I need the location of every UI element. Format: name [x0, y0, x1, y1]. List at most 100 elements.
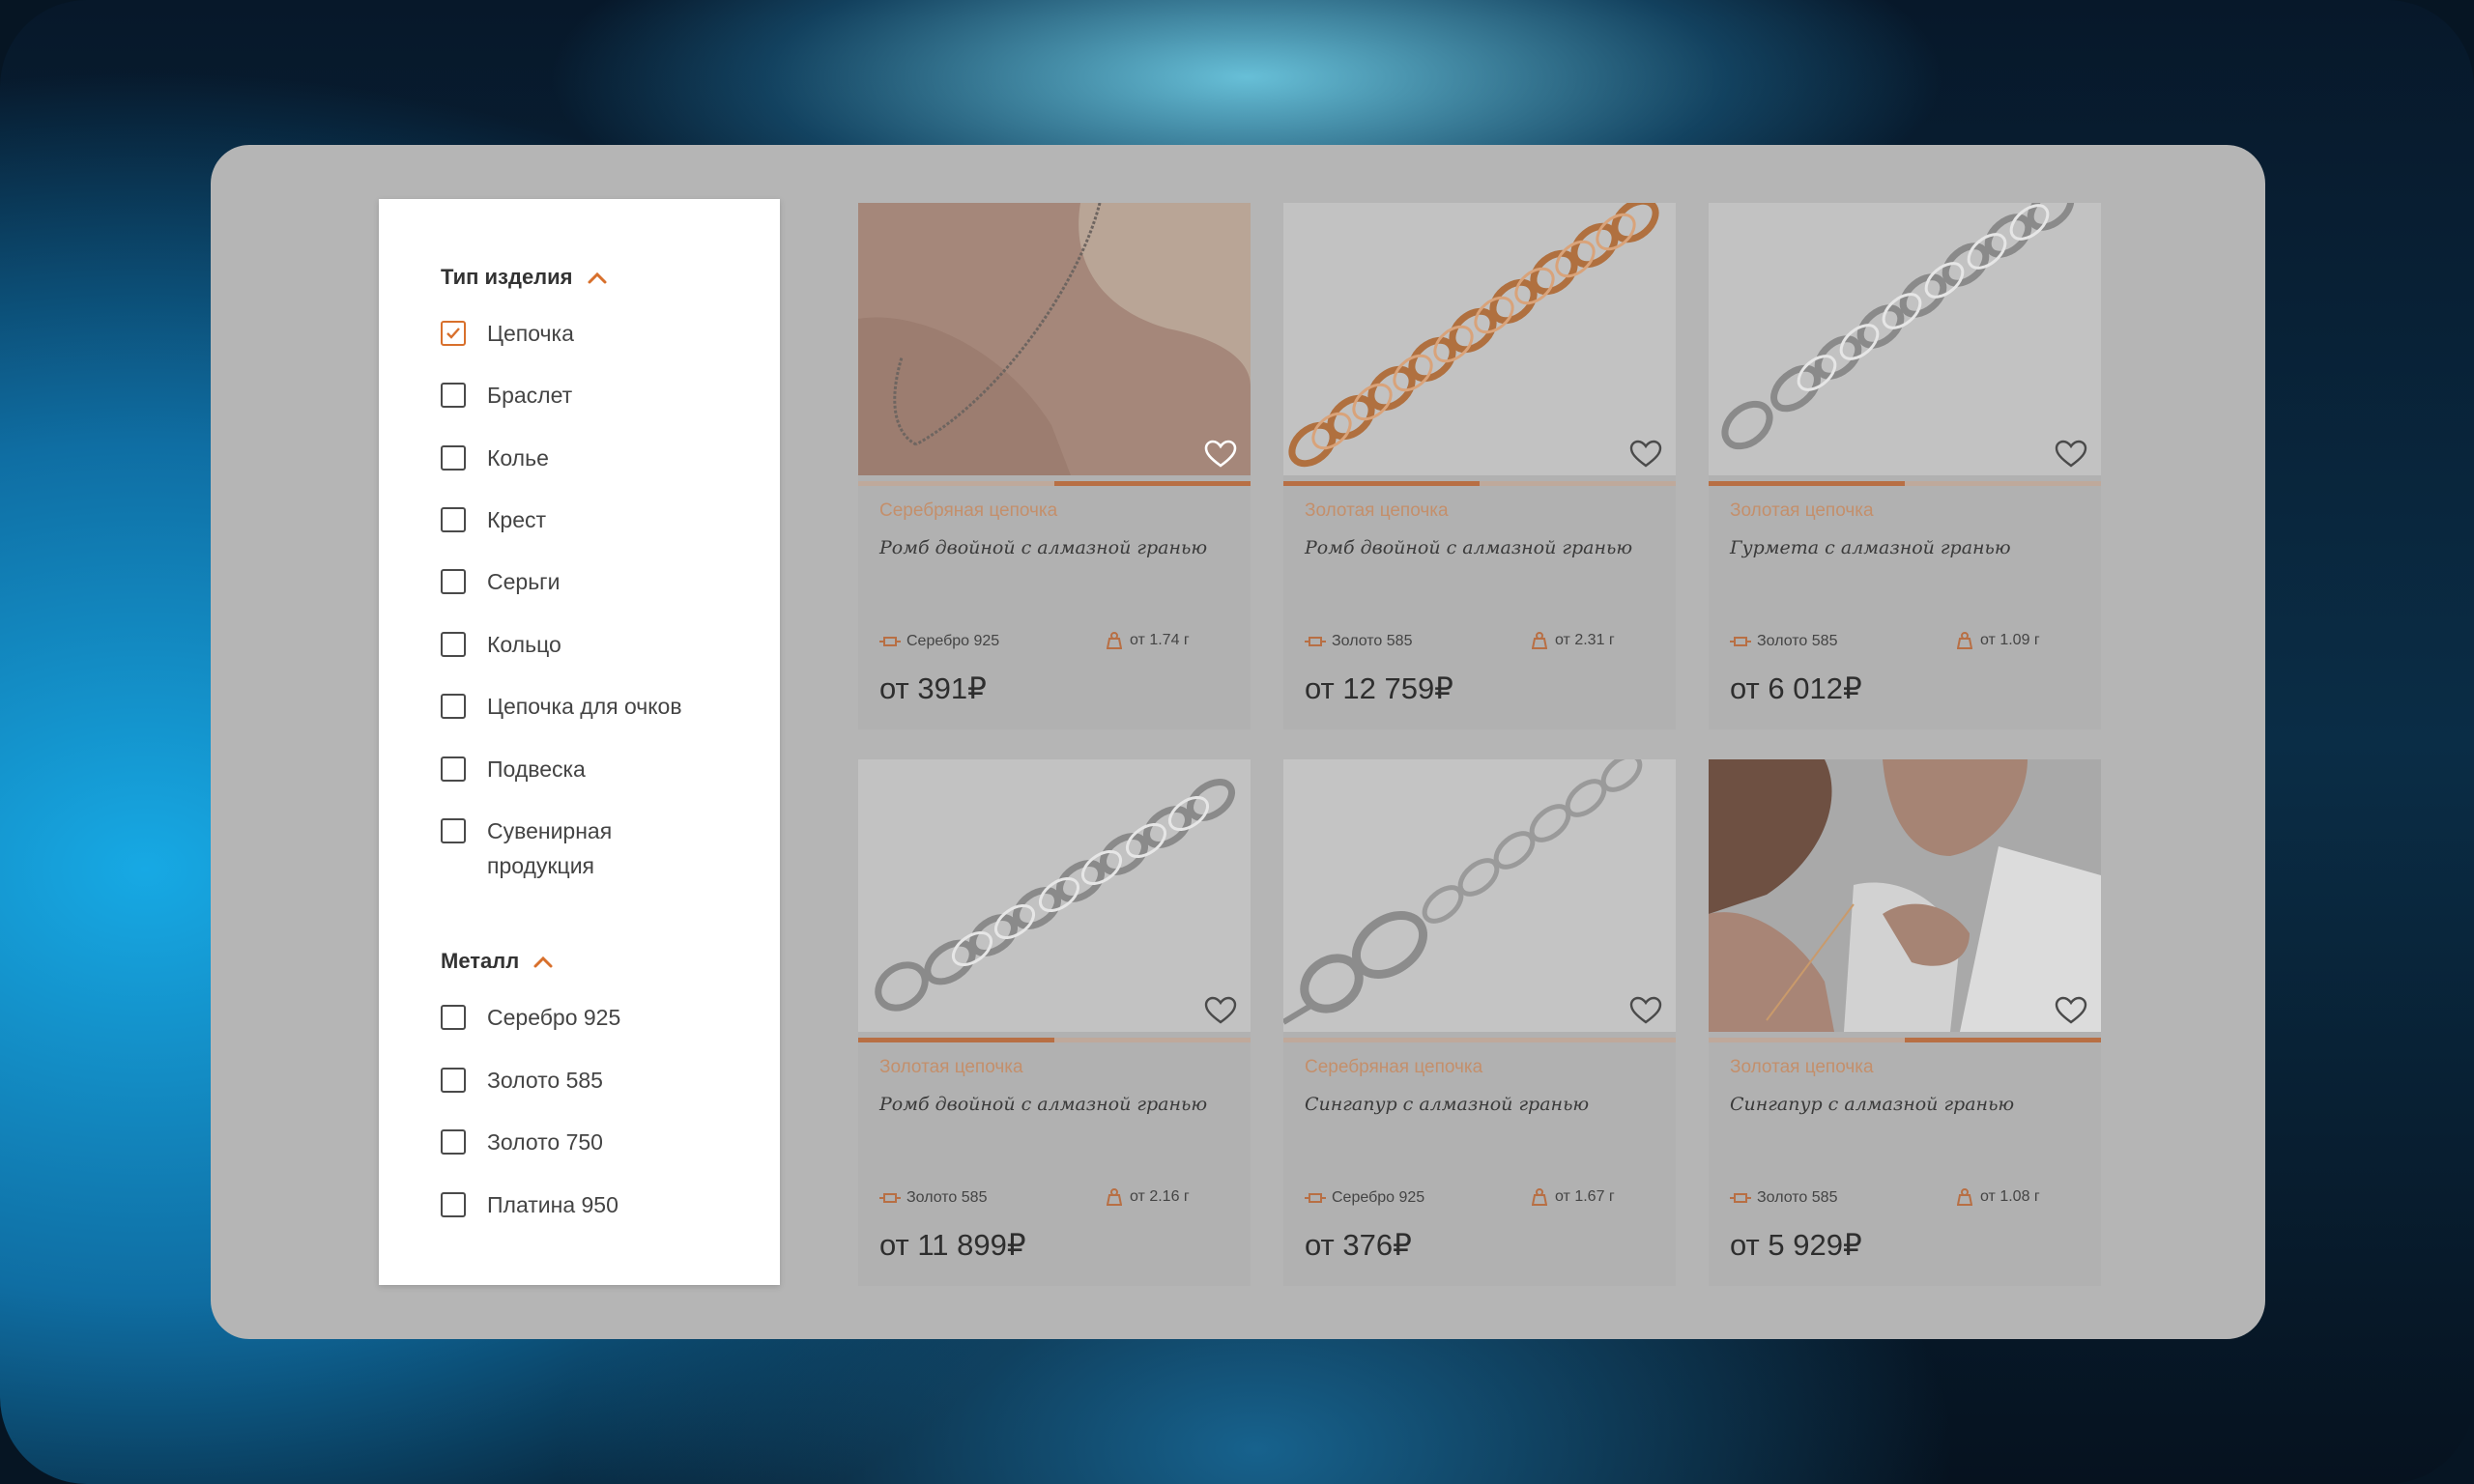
filter-option[interactable]: Серебро 925 — [441, 1005, 719, 1035]
product-metal-label: Золото 585 — [906, 1189, 988, 1206]
image-progress-fill — [858, 1038, 1054, 1042]
weight-icon — [1107, 632, 1122, 649]
checkbox[interactable] — [441, 383, 466, 408]
image-progress-bar — [1709, 481, 2101, 486]
product-weight-label: от 1.67 г — [1555, 1188, 1615, 1205]
filter-option-label: Сувенирная продукция — [487, 818, 613, 878]
checkbox[interactable] — [441, 1192, 466, 1217]
image-progress-bar — [858, 1038, 1251, 1042]
checkbox[interactable] — [441, 818, 466, 843]
heart-icon[interactable] — [1629, 996, 1662, 1025]
product-category: Золотая цепочка — [1730, 500, 1874, 521]
product-name[interactable]: Ромб двойной с алмазной гранью — [879, 537, 1207, 558]
product-metal: Серебро 925 — [879, 633, 999, 650]
product-name[interactable]: Сингапур с алмазной гранью — [1305, 1094, 1589, 1115]
catalog-panel: Тип изделия Цепочка Браслет Колье Крест … — [211, 145, 2265, 1339]
filter-option-label: Цепочка — [487, 321, 574, 346]
checkbox[interactable] — [441, 1005, 466, 1030]
filter-group-metal-header[interactable]: Металл — [441, 949, 554, 974]
product-name[interactable]: Гурмета с алмазной гранью — [1730, 537, 2011, 558]
filter-option[interactable]: Цепочка для очков — [441, 694, 719, 724]
weight-icon — [1957, 1188, 1972, 1206]
heart-icon[interactable] — [2055, 440, 2087, 469]
filter-option[interactable]: Золото 585 — [441, 1068, 719, 1098]
product-category: Золотая цепочка — [879, 1057, 1023, 1077]
product-weight: от 1.74 г — [1107, 631, 1190, 650]
weight-icon — [1532, 632, 1547, 649]
product-category: Серебряная цепочка — [879, 500, 1058, 521]
product-metal-label: Серебро 925 — [1332, 1189, 1425, 1206]
chevron-up-icon[interactable] — [532, 956, 554, 969]
product-metal-label: Золото 585 — [1757, 633, 1838, 649]
product-category: Золотая цепочка — [1730, 1057, 1874, 1077]
product-category: Серебряная цепочка — [1305, 1057, 1483, 1077]
filter-group-type-header[interactable]: Тип изделия — [441, 265, 608, 290]
product-weight-label: от 2.31 г — [1555, 632, 1615, 648]
product-weight: от 2.16 г — [1107, 1187, 1190, 1207]
heart-icon[interactable] — [1204, 440, 1237, 469]
neck-chain-photo[interactable] — [858, 203, 1251, 475]
filter-group-metal-title: Металл — [441, 949, 520, 973]
product-weight-label: от 1.09 г — [1980, 632, 2040, 648]
product-card[interactable]: Золотая цепочка Сингапур с алмазной гран… — [1709, 759, 2101, 1286]
heart-icon[interactable] — [1204, 996, 1237, 1025]
product-card[interactable]: Серебряная цепочка Сингапур с алмазной г… — [1283, 759, 1676, 1286]
checkbox[interactable] — [441, 1129, 466, 1155]
product-metal: Золото 585 — [1305, 633, 1412, 650]
product-weight-label: от 1.08 г — [1980, 1188, 2040, 1205]
white-gold-chain-photo[interactable] — [1709, 203, 2101, 475]
filter-option[interactable]: Золото 750 — [441, 1129, 719, 1159]
checkbox[interactable] — [441, 507, 466, 532]
product-metal: Золото 585 — [1730, 633, 1837, 650]
product-weight-label: от 1.74 г — [1130, 632, 1190, 648]
filter-option[interactable]: Серьги — [441, 569, 719, 599]
checkbox[interactable] — [441, 632, 466, 657]
product-price: от 5 929₽ — [1730, 1228, 1862, 1262]
heart-icon[interactable] — [1629, 440, 1662, 469]
gold-chain-photo[interactable] — [1283, 203, 1676, 475]
filter-option[interactable]: Крест — [441, 507, 719, 537]
product-metal-label: Серебро 925 — [906, 633, 1000, 649]
checkbox[interactable] — [441, 1068, 466, 1093]
filter-option-label: Золото 750 — [487, 1129, 603, 1155]
white-gold-chain-photo[interactable] — [858, 759, 1251, 1032]
filter-option[interactable]: Платина 950 — [441, 1192, 719, 1222]
checkbox[interactable] — [441, 569, 466, 594]
image-progress-fill — [1054, 481, 1251, 486]
heart-icon[interactable] — [2055, 996, 2087, 1025]
product-name[interactable]: Ромб двойной с алмазной гранью — [1305, 537, 1632, 558]
product-card[interactable]: Золотая цепочка Ромб двойной с алмазной … — [858, 759, 1251, 1286]
product-weight-label: от 2.16 г — [1130, 1188, 1190, 1205]
product-card[interactable]: Золотая цепочка Гурмета с алмазной грань… — [1709, 203, 2101, 729]
image-progress-fill — [1905, 1038, 2101, 1042]
filter-option[interactable]: Колье — [441, 445, 719, 475]
image-progress-fill — [1709, 481, 1905, 486]
product-price: от 391₽ — [879, 671, 987, 705]
filter-option[interactable]: Кольцо — [441, 632, 719, 662]
product-name[interactable]: Ромб двойной с алмазной гранью — [879, 1094, 1207, 1115]
product-price: от 6 012₽ — [1730, 671, 1862, 705]
checkbox[interactable] — [441, 756, 466, 782]
metal-bar-icon — [1730, 637, 1751, 646]
product-name[interactable]: Сингапур с алмазной гранью — [1730, 1094, 2014, 1115]
filter-option-label: Крест — [487, 507, 547, 532]
product-price: от 376₽ — [1305, 1228, 1412, 1262]
checkbox[interactable] — [441, 694, 466, 719]
product-weight: от 1.09 г — [1957, 631, 2040, 650]
checkbox-checked[interactable] — [441, 321, 466, 346]
metal-bar-icon — [879, 1193, 901, 1203]
filter-option[interactable]: Подвеска — [441, 756, 719, 786]
model-photo[interactable] — [1709, 759, 2101, 1032]
product-weight: от 2.31 г — [1532, 631, 1615, 650]
filter-option[interactable]: Браслет — [441, 383, 719, 413]
product-card[interactable]: Серебряная цепочка Ромб двойной с алмазн… — [858, 203, 1251, 729]
filter-option[interactable]: Сувенирная продукция — [441, 818, 719, 883]
checkbox[interactable] — [441, 445, 466, 471]
product-card[interactable]: Золотая цепочка Ромб двойной с алмазной … — [1283, 203, 1676, 729]
chevron-up-icon[interactable] — [587, 271, 608, 285]
image-progress-bar — [1709, 1038, 2101, 1042]
filter-option[interactable]: Цепочка — [441, 321, 719, 351]
metal-bar-icon — [1305, 1193, 1326, 1203]
filter-option-label: Золото 585 — [487, 1068, 603, 1093]
silver-chain-photo[interactable] — [1283, 759, 1676, 1032]
